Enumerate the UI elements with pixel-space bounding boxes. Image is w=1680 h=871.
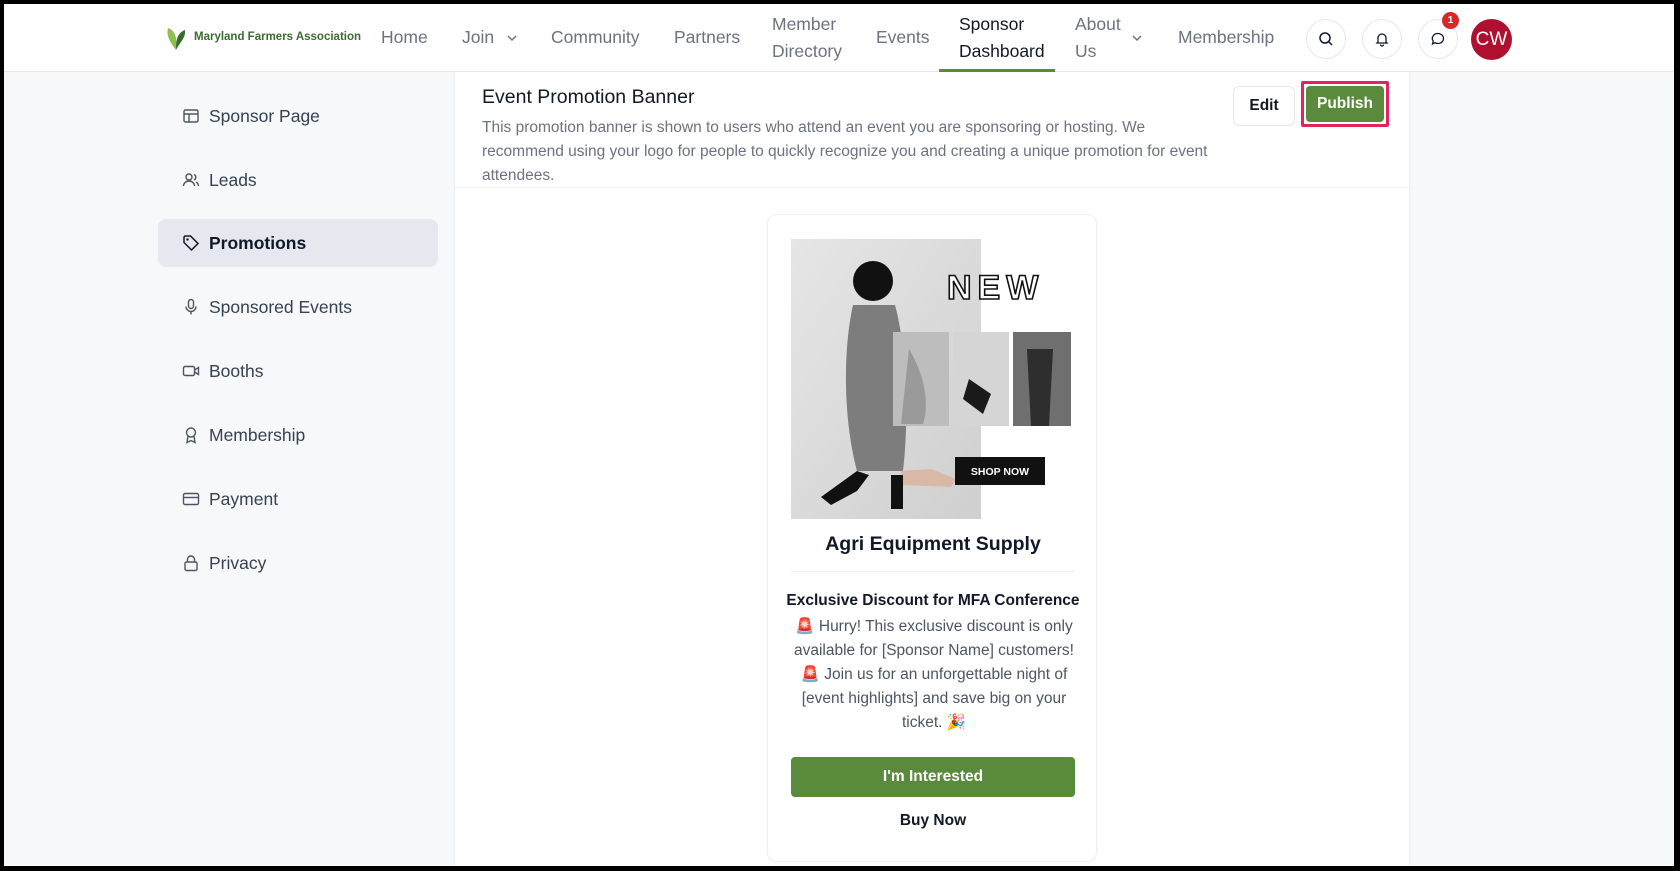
brand-logo[interactable]: Maryland Farmers Association (164, 22, 361, 52)
promotion-image-new-text: NEW (947, 269, 1044, 307)
notifications-button[interactable] (1362, 19, 1402, 59)
credit-card-icon (182, 492, 200, 506)
top-navigation: Maryland Farmers Association Home Join C… (4, 4, 1674, 72)
nav-about-line1: About (1075, 14, 1121, 34)
sponsor-company-name: Agri Equipment Supply (825, 533, 1041, 555)
nav-membership[interactable]: Membership (1178, 24, 1274, 51)
nav-partners[interactable]: Partners (674, 24, 740, 51)
nav-join[interactable]: Join (462, 24, 494, 51)
nav-sponsor-dashboard-line2: Dashboard (959, 41, 1045, 61)
chevron-down-icon[interactable] (505, 31, 519, 45)
panel-header: Event Promotion Banner This promotion ba… (455, 72, 1411, 188)
nav-events[interactable]: Events (876, 24, 930, 51)
award-icon (185, 427, 197, 444)
sidebar-item-label: Payment (209, 488, 279, 509)
nav-member-directory-line2: Directory (772, 41, 843, 61)
promotion-body: 🚨 Hurry! This exclusive discount is only… (794, 618, 1074, 731)
nav-member-directory[interactable]: Member Directory (772, 11, 842, 65)
nav-about-us[interactable]: About Us (1075, 11, 1121, 65)
chevron-down-icon[interactable] (1130, 31, 1144, 45)
interested-button[interactable]: I'm Interested (791, 757, 1075, 797)
app-window: Maryland Farmers Association Home Join C… (4, 4, 1674, 866)
nav-home[interactable]: Home (381, 24, 428, 51)
sidebar-item-label: Sponsored Events (209, 296, 353, 317)
chat-bubble-icon (1431, 32, 1445, 46)
nav-sponsor-dashboard[interactable]: Sponsor Dashboard (959, 11, 1045, 65)
buy-now-link[interactable]: Buy Now (768, 812, 1098, 830)
main-panel: Event Promotion Banner This promotion ba… (454, 72, 1411, 866)
leaf-icon (167, 28, 186, 50)
brand-name: Maryland Farmers Association (194, 31, 362, 43)
sidebar-item-label: Promotions (209, 232, 307, 253)
promotion-image-shop-text: SHOP NOW (971, 466, 1029, 478)
page-title: Event Promotion Banner (482, 86, 695, 108)
card-divider (791, 571, 1075, 572)
nav-member-directory-line1: Member (772, 14, 837, 34)
microphone-icon (185, 298, 197, 315)
sidebar-item-sponsor-page[interactable]: Sponsor Page (158, 92, 438, 140)
lock-icon (184, 555, 198, 572)
sidebar-item-booths[interactable]: Booths (158, 347, 438, 395)
sidebar-item-sponsored-events[interactable]: Sponsored Events (158, 283, 438, 331)
layout-icon (183, 109, 199, 123)
sidebar-item-promotions[interactable]: Promotions (158, 219, 438, 267)
nav-about-line2: Us (1075, 41, 1097, 61)
sidebar-item-label: Sponsor Page (209, 105, 320, 126)
page-description: This promotion banner is shown to users … (482, 119, 1208, 184)
sidebar-item-label: Leads (209, 169, 257, 190)
sidebar-item-label: Booths (209, 360, 264, 381)
sidebar-item-privacy[interactable]: Privacy (158, 539, 438, 587)
nav-sponsor-dashboard-line1: Sponsor (959, 14, 1025, 34)
message-count-badge: 1 (1442, 12, 1459, 29)
promotion-title: Exclusive Discount for MFA Conference (786, 592, 1080, 609)
video-camera-icon (182, 365, 200, 377)
sidebar-item-label: Membership (209, 424, 306, 445)
search-icon (1319, 32, 1333, 46)
publish-button[interactable]: Publish (1306, 86, 1384, 122)
users-icon (182, 173, 200, 187)
sidebar-item-payment[interactable]: Payment (158, 475, 438, 523)
edit-button[interactable]: Edit (1233, 86, 1295, 126)
search-button[interactable] (1306, 19, 1346, 59)
tag-icon (183, 235, 200, 252)
user-avatar[interactable]: CW (1471, 19, 1512, 60)
sidebar-item-label: Privacy (209, 552, 267, 573)
sidebar-item-membership[interactable]: Membership (158, 411, 438, 459)
bell-icon (1375, 33, 1389, 47)
promotion-image: NEW SHOP NOW (791, 239, 1071, 519)
promotion-preview-card: NEW SHOP NOW Agri Equipment Supply Exclu… (767, 214, 1097, 862)
sidebar-item-leads[interactable]: Leads (158, 156, 438, 204)
nav-community[interactable]: Community (551, 24, 640, 51)
